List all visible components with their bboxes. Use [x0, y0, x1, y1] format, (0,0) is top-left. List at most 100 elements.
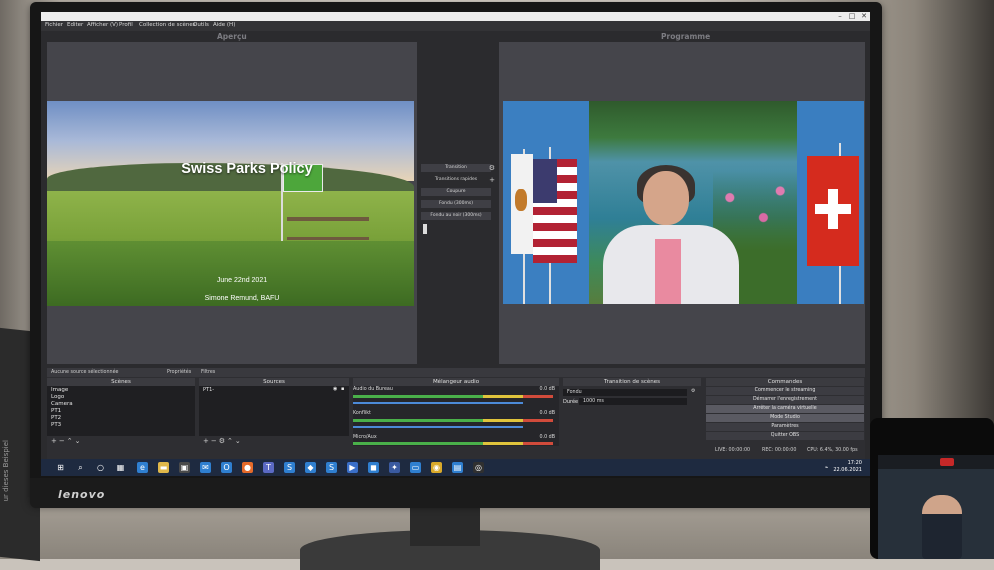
add-scene-icon[interactable]: + — [51, 437, 59, 445]
canton-flag-bear — [515, 189, 527, 211]
video-app-icon[interactable]: ◼ — [368, 462, 379, 473]
transition-select[interactable]: Fondu — [563, 389, 687, 396]
move-down-icon[interactable]: ⌄ — [235, 437, 243, 445]
volume-slider[interactable] — [353, 426, 523, 428]
source-toolbar: +−⚙⌃⌄ — [203, 437, 243, 445]
controls-header: Commandes — [706, 378, 864, 386]
volume-meter — [353, 395, 553, 398]
transition-settings-icon[interactable]: ⚙ — [691, 388, 695, 394]
taskbar-clock[interactable]: 17:20 22.06.2021 — [833, 460, 862, 474]
filters-button[interactable]: Filtres — [201, 368, 215, 377]
remove-source-icon[interactable]: − — [211, 437, 219, 445]
phone-status-bar — [878, 455, 994, 469]
studio-mode-button[interactable]: Mode Studio — [706, 414, 864, 422]
minimize-icon[interactable]: – — [835, 12, 845, 21]
scene-item[interactable]: PT2 — [51, 415, 61, 422]
menu-help[interactable]: Aide (H) — [213, 22, 235, 28]
source-settings-icon[interactable]: ⚙ — [219, 437, 227, 445]
menu-tools[interactable]: Outils — [193, 22, 209, 28]
firefox-icon[interactable]: ● — [242, 462, 253, 473]
left-device-text: ur dieses Beispiel — [2, 440, 10, 502]
tbar-slider[interactable] — [423, 224, 427, 234]
volume-slider[interactable] — [353, 402, 523, 404]
windows-taskbar: ⊞ ⌕ ○ ▦ e ▬ ▣ ✉ O ● T S ◆ S ▶ ◼ ✦ ▭ ◉ ▤ … — [41, 459, 870, 476]
app-icon[interactable]: ✦ — [389, 462, 400, 473]
gear-icon[interactable]: ⚙ — [489, 164, 495, 172]
scene-item[interactable]: Camera — [51, 401, 73, 408]
menu-file[interactable]: Fichier — [45, 22, 63, 28]
menu-edit[interactable]: Editer — [67, 22, 83, 28]
store-icon[interactable]: ▣ — [179, 462, 190, 473]
phone-record-indicator — [940, 458, 954, 466]
mail-icon[interactable]: ✉ — [200, 462, 211, 473]
stop-virtual-camera-button[interactable]: Arrêter la caméra virtuelle — [706, 405, 864, 413]
mixer-header: Mélangeur audio — [353, 378, 559, 386]
fade-black-button[interactable]: Fondu au noir (300ms) — [421, 212, 491, 220]
teams-icon[interactable]: T — [263, 462, 274, 473]
move-up-icon[interactable]: ⌃ — [67, 437, 75, 445]
source-item[interactable]: PT1- — [203, 387, 214, 393]
skype-icon[interactable]: S — [284, 462, 295, 473]
maximize-icon[interactable]: □ — [847, 12, 857, 21]
volume-meter — [353, 419, 553, 422]
windows-start-icon[interactable]: ⊞ — [55, 462, 66, 473]
properties-button[interactable]: Propriétés — [167, 368, 191, 377]
chrome-icon[interactable]: ◉ — [431, 462, 442, 473]
preview-slide: Swiss Parks Policy June 22nd 2021 Simone… — [47, 101, 414, 306]
fade-button[interactable]: Fondu (300ms) — [421, 200, 491, 208]
scene-item[interactable]: PT3 — [51, 422, 61, 429]
volume-meter — [353, 442, 553, 445]
phone-video-person — [922, 495, 962, 559]
app-icon[interactable]: ▤ — [452, 462, 463, 473]
visibility-eye-icon[interactable]: ◉ — [333, 386, 337, 392]
scene-item[interactable]: PT1 — [51, 408, 61, 415]
start-recording-button[interactable]: Démarrer l'enregistrement — [706, 396, 864, 404]
no-source-label: Aucune source sélectionnée — [51, 370, 119, 375]
status-bar: LIVE: 00:00:00 REC: 00:00:00 CPU: 6.4%, … — [47, 446, 865, 456]
file-explorer-icon[interactable]: ▬ — [158, 462, 169, 473]
phone-screen — [878, 455, 994, 559]
mixer-channel-db: 0.0 dB — [539, 387, 556, 392]
lock-icon[interactable]: ▪ — [341, 386, 344, 392]
scenes-list: Image Logo Camera PT1 PT2 PT3 — [47, 386, 195, 436]
zoom-icon[interactable]: ▶ — [347, 462, 358, 473]
us-flag-canton — [533, 159, 557, 203]
remote-desktop-icon[interactable]: ▭ — [410, 462, 421, 473]
program-title: Programme — [661, 32, 711, 41]
search-icon[interactable]: ⌕ — [75, 462, 86, 473]
mixer-channel-name: Audio du Bureau — [353, 387, 393, 392]
preview-title: Aperçu — [217, 32, 247, 41]
scene-item[interactable]: Logo — [51, 394, 64, 401]
edge-icon[interactable]: e — [137, 462, 148, 473]
outlook-icon[interactable]: O — [221, 462, 232, 473]
add-quick-transition-icon[interactable]: + — [489, 176, 495, 184]
duration-input[interactable]: 1000 ms — [579, 398, 687, 405]
scene-toolbar: +−⌃⌄ — [51, 437, 83, 445]
settings-button[interactable]: Paramètres — [706, 423, 864, 431]
clock-date: 22.06.2021 — [833, 467, 862, 473]
clock-time: 17:20 — [847, 460, 862, 466]
cut-button[interactable]: Coupure — [421, 188, 491, 196]
start-streaming-button[interactable]: Commencer le streaming — [706, 387, 864, 395]
duration-label: Durée — [563, 399, 579, 405]
skype-business-icon[interactable]: S — [326, 462, 337, 473]
slide-author: Simone Remund, BAFU — [204, 295, 280, 302]
obs-icon[interactable]: ◎ — [473, 462, 484, 473]
transition-button[interactable]: Transition — [421, 164, 491, 172]
slide-date: June 22nd 2021 — [216, 277, 268, 284]
exit-button[interactable]: Quitter OBS — [706, 432, 864, 440]
scene-item[interactable]: Image — [51, 387, 68, 394]
menu-scene-collection[interactable]: Collection de scènes — [139, 22, 196, 28]
monitor-chin — [30, 478, 882, 508]
app-icon[interactable]: ◆ — [305, 462, 316, 473]
task-view-icon[interactable]: ▦ — [115, 462, 126, 473]
cortana-icon[interactable]: ○ — [95, 462, 106, 473]
close-icon[interactable]: ✕ — [859, 12, 869, 21]
remove-scene-icon[interactable]: − — [59, 437, 67, 445]
move-up-icon[interactable]: ⌃ — [227, 437, 235, 445]
menu-profile[interactable]: Profil — [119, 22, 133, 28]
network-icon[interactable]: ⌁ — [821, 462, 832, 473]
move-down-icon[interactable]: ⌄ — [75, 437, 83, 445]
menu-view[interactable]: Afficher (V) — [87, 22, 118, 28]
add-source-icon[interactable]: + — [203, 437, 211, 445]
